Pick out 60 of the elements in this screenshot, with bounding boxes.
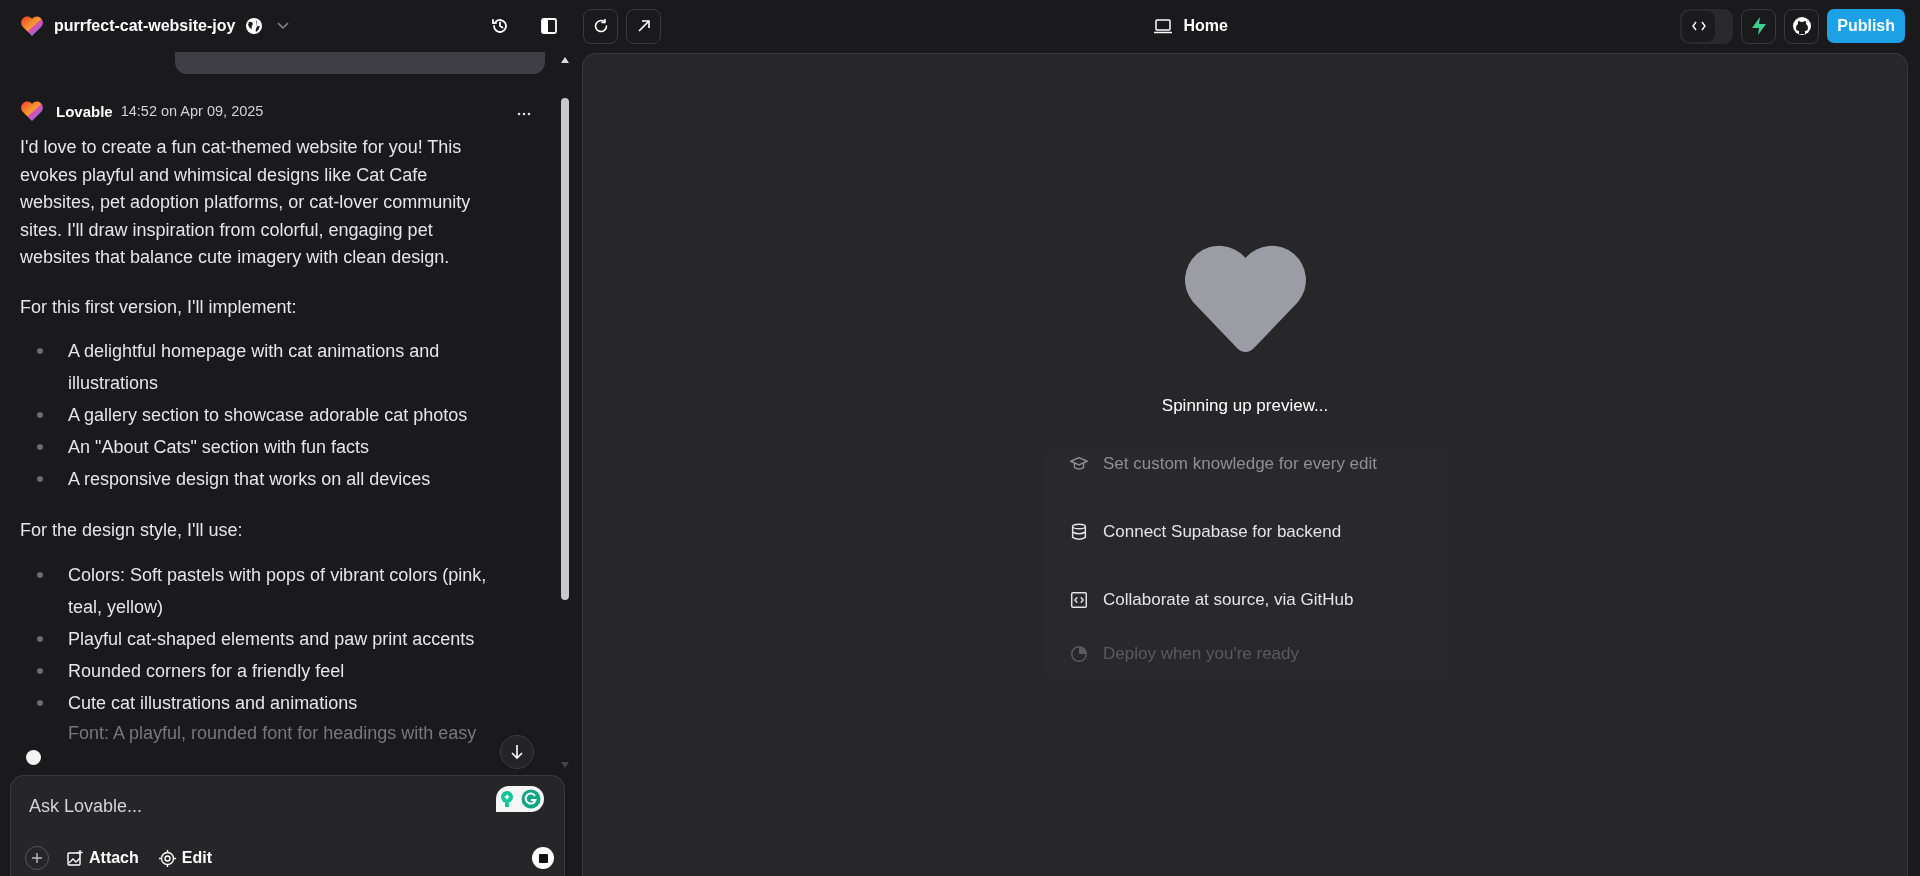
grammarly-widget[interactable] bbox=[496, 786, 544, 812]
message-paragraph: For this first version, I'll implement: bbox=[20, 295, 298, 319]
github-icon bbox=[1791, 16, 1812, 36]
cursor-dot bbox=[26, 750, 41, 765]
list-item-text: A gallery section to showcase adorable cat photos bbox=[68, 404, 468, 427]
loading-status-text: Spinning up preview... bbox=[1161, 396, 1329, 416]
list-item-text: A delightful homepage with cat animations and illustrations bbox=[68, 340, 441, 395]
list-item-text: An "About Cats" section with fun facts bbox=[68, 436, 369, 459]
arrow-down-icon bbox=[510, 744, 524, 760]
code-icon[interactable] bbox=[1682, 10, 1716, 42]
list-item-text: Colors: Soft pastels with pops of vibrant colors (pink, teal, yellow) bbox=[68, 563, 488, 619]
arrow-up-right-icon bbox=[636, 19, 651, 33]
tip-text: Collaborate at source, via GitHub bbox=[1103, 590, 1354, 610]
plus-icon bbox=[31, 852, 43, 864]
project-name[interactable]: purrfect-cat-website-joy bbox=[54, 17, 236, 35]
edit-button[interactable]: Edit bbox=[156, 847, 214, 869]
bullet-icon bbox=[37, 476, 43, 482]
attach-button[interactable]: Attach bbox=[65, 847, 141, 869]
list-item-text: Cute cat illustrations and animations bbox=[68, 691, 358, 715]
lovable-avatar-icon bbox=[20, 100, 44, 122]
bullet-icon bbox=[37, 412, 43, 418]
message-paragraph: For the design style, I'll use: bbox=[20, 519, 244, 542]
bullet-icon bbox=[37, 667, 43, 674]
preview-page-title: Home bbox=[1183, 17, 1228, 35]
image-icon bbox=[67, 850, 83, 866]
code-view-toggle[interactable] bbox=[1680, 8, 1734, 44]
bullet-icon bbox=[37, 444, 43, 450]
bullet-icon bbox=[37, 635, 43, 642]
bullet-icon bbox=[37, 699, 43, 706]
tip-text: Connect Supabase for backend bbox=[1103, 522, 1342, 542]
list-item-text: Playful cat-shaped elements and paw print accents bbox=[68, 627, 475, 651]
bullet-icon bbox=[37, 571, 43, 578]
refresh-icon bbox=[592, 18, 609, 34]
laptop-icon bbox=[1153, 18, 1174, 34]
github-button[interactable] bbox=[1784, 8, 1820, 44]
list-item-text: Rounded corners for a friendly feel bbox=[68, 659, 345, 683]
message-paragraph: I'd love to create a fun cat-themed website for you! This evokes playful and whimsical designs like Cat Cafe websites, pet adoption platforms, or cat-lover community sites. I'll draw inspiration from colorful, engaging pet websites that balance cute imagery with clean design. bbox=[20, 136, 472, 269]
scrollbar[interactable] bbox=[561, 98, 569, 600]
scroll-to-bottom-button[interactable] bbox=[500, 735, 534, 769]
stop-icon bbox=[538, 853, 548, 863]
code-icon bbox=[1069, 590, 1089, 610]
lightbulb-icon bbox=[499, 790, 515, 808]
chevron-down-icon[interactable] bbox=[277, 22, 290, 30]
faded-list-item-text: Font: A playful, rounded font for headings with easy bbox=[68, 721, 477, 745]
tip-text: Set custom knowledge for every edit bbox=[1103, 454, 1378, 474]
more-icon bbox=[517, 112, 531, 116]
lovable-logo-icon bbox=[20, 15, 44, 37]
scroll-up-icon[interactable] bbox=[560, 56, 570, 64]
message-timestamp: 14:52 on Apr 09, 2025 bbox=[120, 103, 264, 119]
message-author: Lovable bbox=[56, 102, 113, 120]
list-item-text: A responsive design that works on all devices bbox=[68, 468, 431, 491]
refresh-button[interactable] bbox=[583, 8, 618, 44]
target-icon bbox=[158, 849, 176, 867]
chat-input-field[interactable]: Ask Lovable... bbox=[23, 792, 395, 821]
grammarly-g-icon bbox=[521, 789, 541, 809]
database-icon bbox=[1069, 522, 1089, 542]
bullet-icon bbox=[37, 348, 43, 354]
supabase-button[interactable] bbox=[1741, 8, 1777, 44]
stop-button[interactable] bbox=[532, 847, 554, 869]
open-external-button[interactable] bbox=[626, 8, 661, 44]
